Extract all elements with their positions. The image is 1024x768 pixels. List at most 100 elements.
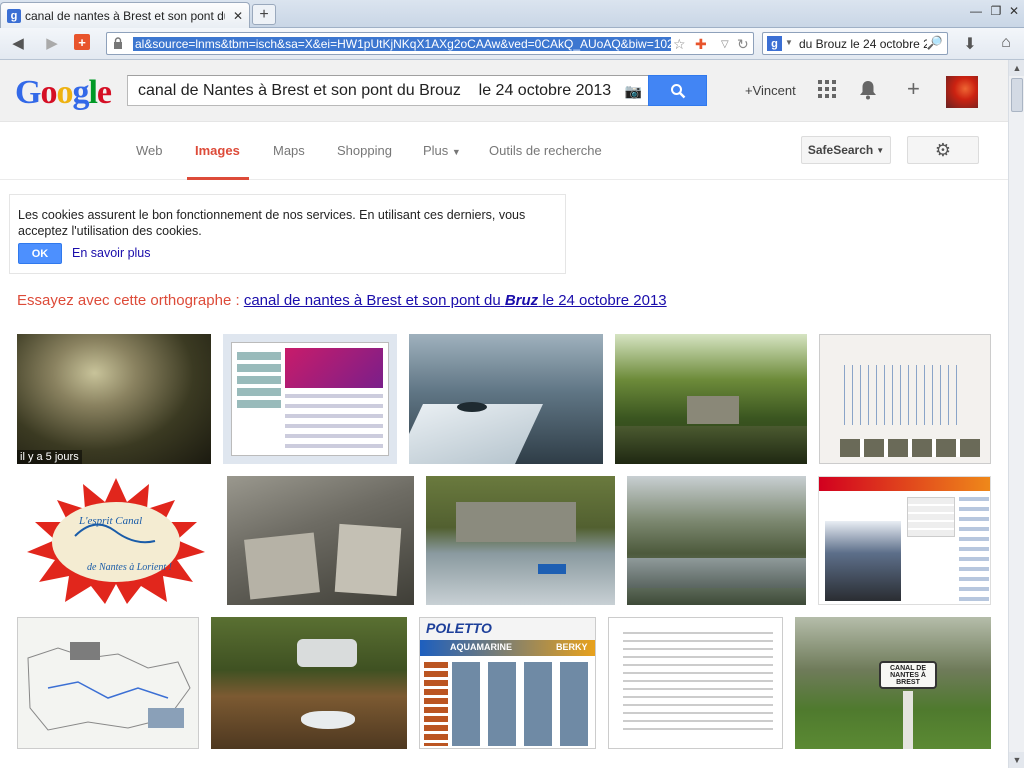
- query-text[interactable]: canal de Nantes à Brest et son pont du B…: [138, 82, 611, 100]
- chevron-down-icon: ▼: [451, 147, 461, 157]
- google-search-input[interactable]: canal de Nantes à Brest et son pont du B…: [127, 75, 649, 106]
- banner-image: [285, 348, 383, 388]
- canal-water: [627, 558, 806, 588]
- sign-post: [903, 691, 913, 749]
- image-result[interactable]: [211, 617, 407, 749]
- browser-search-value[interactable]: du Brouz le 24 octobre 20:: [799, 37, 927, 51]
- tab-more-label: Plus: [423, 143, 449, 158]
- search-engine-icon[interactable]: g: [767, 36, 782, 51]
- home-icon[interactable]: ⌂: [996, 34, 1016, 52]
- image-result[interactable]: L'esprit Canal de Nantes à Lorient !: [17, 476, 215, 605]
- settings-button[interactable]: ⚙: [907, 136, 979, 164]
- new-tab-button[interactable]: +: [252, 4, 276, 25]
- search-button[interactable]: [648, 75, 707, 106]
- image-result[interactable]: [818, 476, 991, 605]
- boat: [538, 564, 566, 574]
- user-profile-link[interactable]: +Vincent: [745, 83, 796, 98]
- address-bar[interactable]: al&source=lnms&tbm=isch&sa=X&ei=HW1pUtKj…: [106, 32, 754, 55]
- profile-chart: [844, 365, 964, 425]
- url-text[interactable]: al&source=lnms&tbm=isch&sa=X&ei=HW1pUtKj…: [133, 37, 671, 51]
- browser-tab[interactable]: g canal de nantes à Brest et son pont du…: [0, 2, 250, 28]
- image-result[interactable]: il y a 5 jours: [17, 334, 211, 464]
- scroll-up-icon[interactable]: ▲: [1009, 60, 1024, 76]
- stone-block: [334, 523, 402, 597]
- image-result[interactable]: [409, 334, 603, 464]
- tab-web[interactable]: Web: [136, 143, 163, 158]
- search-icon: [670, 83, 685, 98]
- canal-sign: CANAL DE NANTES À BREST: [879, 661, 937, 689]
- star-icon[interactable]: ☆: [673, 36, 686, 53]
- site-header: POLETTO: [420, 618, 595, 640]
- spelling-suggestion-link[interactable]: canal de nantes à Brest et son pont du B…: [244, 292, 667, 309]
- addon-plus-icon[interactable]: +: [74, 34, 90, 50]
- apps-grid-icon[interactable]: [818, 80, 836, 103]
- photo-strip: [840, 439, 980, 457]
- snow-bank: [409, 404, 543, 464]
- image-result[interactable]: [223, 334, 397, 464]
- share-plus-icon[interactable]: +: [907, 76, 920, 102]
- cookie-notice: Les cookies assurent le bon fonctionneme…: [9, 194, 566, 274]
- image-result[interactable]: CANAL DE NANTES À BREST: [795, 617, 991, 749]
- sign-line-2: NANTES À BREST: [890, 672, 926, 686]
- thumbnail-list: [237, 352, 281, 408]
- logo-text-1: L'esprit Canal: [78, 515, 142, 527]
- addon-icon[interactable]: ✚: [695, 36, 707, 53]
- close-window-icon[interactable]: ✕: [1004, 4, 1024, 18]
- tab-title: canal de nantes à Brest et son pont du B…: [25, 8, 225, 23]
- image-result[interactable]: [426, 476, 615, 605]
- image-result[interactable]: [615, 334, 807, 464]
- scroll-down-icon[interactable]: ▼: [1009, 752, 1024, 768]
- spelling-before: canal de nantes à Brest et son pont du: [243, 292, 501, 309]
- back-icon[interactable]: ◀: [8, 34, 28, 52]
- search-engine-dropdown-icon[interactable]: ▼: [785, 38, 793, 47]
- google-favicon-icon: g: [7, 8, 21, 23]
- avatar[interactable]: [946, 76, 978, 108]
- tab-maps[interactable]: Maps: [273, 143, 305, 158]
- boat: [297, 639, 357, 667]
- reload-icon[interactable]: ↻: [737, 36, 749, 53]
- notifications-bell-icon[interactable]: [859, 80, 877, 105]
- cookie-ok-button[interactable]: OK: [18, 243, 62, 264]
- logo-letter: G: [15, 74, 41, 111]
- logo-letter: o: [40, 74, 57, 111]
- browser-search-box[interactable]: g ▼ du Brouz le 24 octobre 20: 🔎: [762, 32, 948, 55]
- lock-icon: [114, 37, 122, 49]
- photo-people: [825, 521, 901, 601]
- safesearch-button[interactable]: SafeSearch ▼: [801, 136, 891, 164]
- search-tools[interactable]: Outils de recherche: [489, 143, 602, 158]
- forward-icon[interactable]: ▶: [42, 34, 62, 52]
- site-header: [819, 477, 990, 491]
- image-result[interactable]: [227, 476, 414, 605]
- image-result[interactable]: [17, 617, 199, 749]
- minimize-icon[interactable]: —: [966, 4, 986, 18]
- cookie-message: Les cookies assurent le bon fonctionneme…: [18, 208, 526, 238]
- logo-letter: e: [96, 74, 112, 111]
- restore-icon[interactable]: ❐: [986, 4, 1006, 18]
- image-result[interactable]: [608, 617, 783, 749]
- spelling-prefix: Essayez avec cette orthographe :: [17, 292, 240, 309]
- download-icon[interactable]: ⬇: [960, 34, 980, 54]
- image-result[interactable]: [627, 476, 806, 605]
- vertical-scrollbar[interactable]: ▲ ▼: [1008, 60, 1024, 768]
- chevron-down-icon: ▼: [876, 145, 885, 155]
- search-type-nav: Web Images Maps Shopping Plus ▼ Outils d…: [0, 122, 1008, 180]
- magnifier-icon[interactable]: 🔎: [927, 35, 943, 51]
- google-logo[interactable]: Google: [15, 74, 112, 112]
- tab-images[interactable]: Images: [195, 143, 240, 158]
- image-result[interactable]: POLETTO AQUAMARINE BERKY: [419, 617, 596, 749]
- camera-icon[interactable]: 📷: [625, 83, 642, 100]
- product-menu: [424, 662, 448, 746]
- cookie-learn-more-link[interactable]: En savoir plus: [72, 246, 151, 260]
- logo-letter: l: [88, 74, 98, 111]
- bridge: [456, 502, 576, 542]
- google-header: Google canal de Nantes à Brest et son po…: [0, 60, 1008, 122]
- image-result[interactable]: [819, 334, 991, 464]
- text-lines: [623, 632, 773, 732]
- close-tab-icon[interactable]: ✕: [233, 9, 243, 23]
- stone-block: [244, 532, 320, 600]
- lock-gate: [687, 396, 739, 424]
- tab-more[interactable]: Plus ▼: [423, 143, 461, 158]
- dropdown-icon[interactable]: ▽: [721, 39, 729, 50]
- tab-shopping[interactable]: Shopping: [337, 143, 392, 158]
- scroll-thumb[interactable]: [1011, 78, 1023, 112]
